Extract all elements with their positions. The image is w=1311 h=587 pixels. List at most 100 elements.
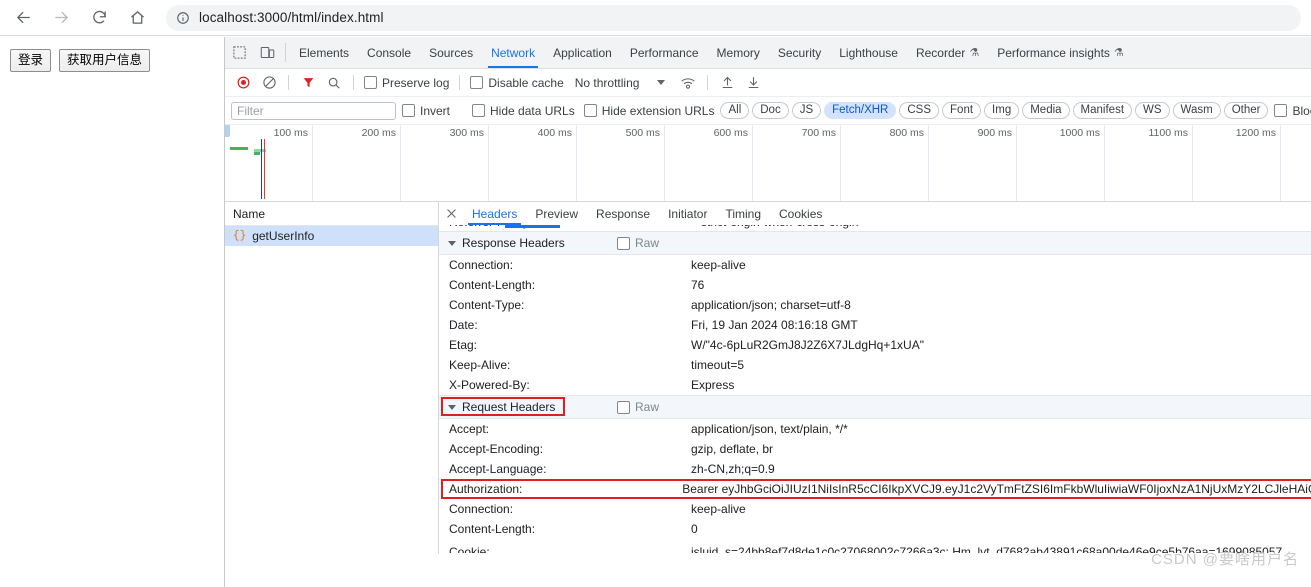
section-title: Request Headers bbox=[462, 400, 556, 414]
section-header-response-headers[interactable]: Response Headers Raw bbox=[439, 231, 1311, 255]
header-value: 0 bbox=[691, 522, 698, 536]
clear-icon[interactable] bbox=[257, 72, 281, 94]
forward-icon[interactable] bbox=[46, 3, 76, 33]
blocked-responses-checkbox[interactable]: Blocked re bbox=[1274, 104, 1311, 118]
filter-input[interactable] bbox=[231, 101, 396, 120]
tab-performance[interactable]: Performance bbox=[621, 37, 708, 68]
raw-label: Raw bbox=[635, 400, 660, 414]
request-row-getuserinfo[interactable]: {} getUserInfo bbox=[225, 226, 438, 246]
detail-tab-initiator[interactable]: Initiator bbox=[659, 202, 716, 225]
type-filter-other[interactable]: Other bbox=[1223, 102, 1269, 119]
tab-elements[interactable]: Elements bbox=[290, 37, 358, 68]
tab-sources[interactable]: Sources bbox=[420, 37, 482, 68]
detail-tab-timing[interactable]: Timing bbox=[716, 202, 770, 225]
type-filter-media[interactable]: Media bbox=[1022, 102, 1070, 119]
network-body: Name {} getUserInfo Headers Preview Resp… bbox=[225, 202, 1311, 554]
header-value: zh-CN,zh;q=0.9 bbox=[691, 462, 775, 476]
type-filter-img[interactable]: Img bbox=[984, 102, 1020, 119]
checkbox-label: Disable cache bbox=[488, 75, 564, 90]
type-filter-font[interactable]: Font bbox=[942, 102, 982, 119]
type-filter-fetch-xhr[interactable]: Fetch/XHR bbox=[824, 102, 897, 119]
tick-label: 600 ms bbox=[713, 127, 748, 139]
raw-toggle-response[interactable]: Raw bbox=[617, 236, 659, 250]
section-header-request-headers[interactable]: Request Headers Raw bbox=[439, 395, 1311, 419]
column-header-name: Name bbox=[233, 206, 266, 221]
checkbox-box bbox=[1274, 104, 1288, 117]
detail-tab-headers[interactable]: Headers bbox=[463, 202, 526, 225]
type-filter-css[interactable]: CSS bbox=[899, 102, 940, 119]
header-value: 76 bbox=[691, 278, 705, 292]
headers-scroll-area[interactable]: Referrer-Policy: strict-origin-when-cros… bbox=[439, 225, 1311, 554]
get-user-info-button[interactable]: 获取用户信息 bbox=[59, 49, 151, 73]
detail-tab-response[interactable]: Response bbox=[587, 202, 659, 225]
request-list-header[interactable]: Name bbox=[225, 202, 438, 226]
checkbox-box bbox=[364, 76, 377, 89]
tab-recorder[interactable]: Recorder ⚗ bbox=[907, 37, 988, 68]
tab-security[interactable]: Security bbox=[769, 37, 830, 68]
web-page-viewport: 登录 获取用户信息 bbox=[0, 37, 225, 587]
header-key: Content-Type: bbox=[449, 298, 525, 312]
export-har-icon[interactable] bbox=[741, 72, 765, 94]
checkbox-box bbox=[617, 400, 630, 414]
type-filter-ws[interactable]: WS bbox=[1135, 102, 1170, 119]
timeline-tick: 400 ms bbox=[489, 125, 577, 201]
request-name: getUserInfo bbox=[252, 229, 315, 243]
import-har-icon[interactable] bbox=[715, 72, 739, 94]
record-icon[interactable] bbox=[231, 72, 255, 94]
network-conditions-icon[interactable] bbox=[676, 72, 700, 94]
throttling-select[interactable]: No throttling bbox=[575, 76, 640, 90]
tab-memory[interactable]: Memory bbox=[708, 37, 769, 68]
detail-tab-cookies[interactable]: Cookies bbox=[770, 202, 831, 225]
inspect-element-icon[interactable] bbox=[225, 37, 253, 68]
detail-tab-preview[interactable]: Preview bbox=[526, 202, 587, 225]
preserve-log-checkbox[interactable]: Preserve log bbox=[364, 76, 449, 90]
disable-cache-checkbox[interactable]: Disable cache bbox=[470, 75, 564, 90]
tab-application[interactable]: Application bbox=[544, 37, 621, 68]
tab-label: Network bbox=[491, 45, 536, 60]
tab-network[interactable]: Network bbox=[482, 37, 544, 68]
hide-extension-urls-checkbox[interactable]: Hide extension URLs bbox=[583, 104, 714, 118]
reload-icon[interactable] bbox=[84, 3, 114, 33]
type-filter-all[interactable]: All bbox=[720, 102, 750, 119]
header-row: Accept-Language: zh-CN,zh;q=0.9 bbox=[439, 459, 1311, 479]
header-value: jsluid_s=24bb8ef7d8de1c0c27068002c7266a3… bbox=[691, 545, 1283, 553]
close-icon[interactable] bbox=[439, 202, 463, 225]
tab-label: Elements bbox=[299, 45, 350, 60]
type-filter-js[interactable]: JS bbox=[791, 102, 822, 119]
header-value: Express bbox=[691, 378, 735, 392]
timeline-tick: 300 ms bbox=[401, 125, 489, 201]
hide-data-urls-checkbox[interactable]: Hide data URLs bbox=[472, 104, 575, 118]
tab-performance-insights[interactable]: Performance insights ⚗ bbox=[988, 37, 1133, 68]
address-bar[interactable]: localhost:3000/html/index.html bbox=[166, 4, 1301, 31]
header-row: Accept-Encoding: gzip, deflate, br bbox=[439, 439, 1311, 459]
invert-checkbox[interactable]: Invert bbox=[402, 104, 450, 118]
login-button[interactable]: 登录 bbox=[10, 49, 52, 73]
home-icon[interactable] bbox=[122, 3, 152, 33]
tick-label: 100 ms bbox=[273, 127, 308, 139]
tab-lighthouse[interactable]: Lighthouse bbox=[830, 37, 907, 68]
header-key: X-Powered-By: bbox=[449, 378, 530, 392]
tick-label: 1200 ms bbox=[1235, 127, 1276, 139]
tick-label: 400 ms bbox=[537, 127, 572, 139]
type-filter-wasm[interactable]: Wasm bbox=[1172, 102, 1221, 119]
type-filter-doc[interactable]: Doc bbox=[752, 102, 789, 119]
device-toolbar-icon[interactable] bbox=[253, 37, 281, 68]
site-info-icon[interactable] bbox=[176, 11, 190, 25]
tick-label: 200 ms bbox=[361, 127, 396, 139]
filter-icon[interactable] bbox=[296, 72, 320, 94]
search-icon[interactable] bbox=[322, 72, 346, 94]
type-filter-manifest[interactable]: Manifest bbox=[1072, 102, 1133, 119]
back-icon[interactable] bbox=[8, 3, 38, 33]
network-overview-timeline[interactable]: 100 ms 200 ms 300 ms 400 ms 500 ms 600 m… bbox=[225, 125, 1311, 202]
tab-label: Lighthouse bbox=[839, 45, 898, 60]
tab-console[interactable]: Console bbox=[358, 37, 420, 68]
checkbox-label: Blocked re bbox=[1292, 103, 1311, 118]
raw-toggle-request[interactable]: Raw bbox=[617, 400, 659, 414]
request-list: Name {} getUserInfo bbox=[225, 202, 439, 554]
chevron-down-icon[interactable] bbox=[657, 80, 666, 85]
chevron-down-icon bbox=[448, 404, 456, 410]
header-key: Accept: bbox=[449, 422, 490, 436]
header-key: Accept-Language: bbox=[449, 462, 547, 476]
header-value: Bearer eyJhbGciOiJIUzI1NiIsInR5cCI6IkpXV… bbox=[682, 482, 1311, 496]
section-title: Response Headers bbox=[462, 236, 565, 250]
